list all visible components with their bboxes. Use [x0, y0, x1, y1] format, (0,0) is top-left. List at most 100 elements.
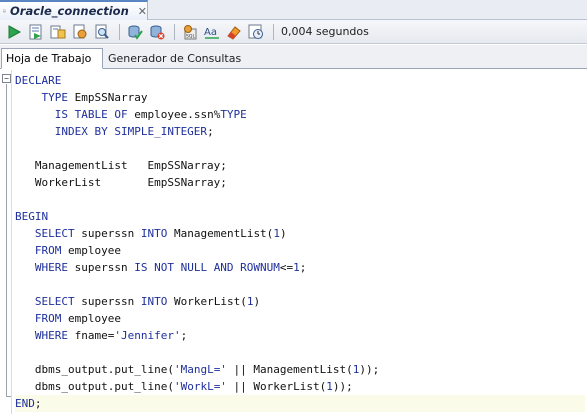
code-token: SELECT: [15, 227, 82, 240]
code-token: employee: [67, 312, 121, 325]
code-token: FROM: [15, 244, 68, 257]
fold-guide-end: [6, 396, 11, 397]
code-token: 1: [326, 380, 333, 393]
code-line[interactable]: WorkerList EmpSSNarray;: [15, 174, 585, 191]
code-token: dbms_output.put_line(: [15, 363, 174, 376]
toolbar-separator: [273, 23, 274, 40]
code-line[interactable]: [15, 140, 585, 157]
eraser-icon: [227, 25, 241, 40]
sql-gear-icon: SQL: [184, 24, 197, 39]
code-token: BEGIN: [15, 210, 49, 223]
run-icon: [8, 24, 22, 39]
code-token: EmpSSNarray: [74, 91, 148, 104]
code-line[interactable]: WHERE fname='Jennifer';: [15, 327, 585, 344]
code-line[interactable]: END;: [15, 395, 585, 412]
code-line[interactable]: DECLARE: [15, 72, 585, 89]
code-line[interactable]: FROM employee: [15, 310, 585, 327]
sql-tuning-button[interactable]: [92, 22, 112, 42]
code-line[interactable]: ManagementList EmpSSNarray;: [15, 157, 585, 174]
code-token: ): [279, 227, 287, 240]
code-line[interactable]: [15, 344, 585, 361]
magnifier-icon: [95, 24, 109, 39]
code-line[interactable]: SELECT superssn INTO WorkerList(1): [15, 293, 585, 310]
run-script-icon: [29, 24, 42, 39]
fold-guide: [6, 84, 7, 396]
code-line[interactable]: TYPE EmpSSNarray: [15, 89, 585, 106]
code-token: ));: [332, 380, 353, 393]
code-line[interactable]: [15, 276, 585, 293]
code-line[interactable]: [15, 191, 585, 208]
worksheet-subtabs: Hoja de Trabajo Generador de Consultas: [0, 45, 587, 69]
sql-file-icon: SQL: [3, 9, 6, 13]
code-token: ;: [180, 329, 188, 342]
run-script-button[interactable]: [26, 22, 46, 42]
run-statement-button[interactable]: [4, 22, 24, 42]
rollback-button[interactable]: [147, 22, 167, 42]
code-token: INTO: [140, 295, 174, 308]
code-token: superssn: [74, 261, 135, 274]
document-tab-strip: SQL Oracle_connection ✕: [0, 0, 587, 20]
code-token: IS NOT NULL AND ROWNUM: [134, 261, 280, 274]
fold-toggle-icon[interactable]: −: [2, 74, 11, 83]
sql-history-button[interactable]: SQL: [180, 22, 200, 42]
code-token: ));: [359, 363, 380, 376]
code-token: END: [15, 397, 35, 410]
clock-icon: [248, 24, 263, 39]
code-line[interactable]: SELECT superssn INTO ManagementList(1): [15, 225, 585, 242]
code-token: ;: [207, 125, 214, 138]
code-token: superssn: [81, 295, 141, 308]
code-token: ;: [34, 397, 42, 410]
toolbar-separator: [119, 23, 120, 40]
explain-plan-icon: [73, 24, 87, 38]
code-token: WHERE: [15, 329, 75, 342]
code-token: FROM: [15, 312, 68, 325]
code-token: 'MangL=': [173, 363, 227, 376]
code-token: DECLARE: [15, 74, 62, 87]
code-line[interactable]: IS TABLE OF employee.ssn%TYPE: [15, 106, 585, 123]
spell-case-button[interactable]: Aa: [202, 22, 222, 42]
code-token: employee.ssn%: [134, 108, 221, 121]
sql-editor[interactable]: − DECLARE TYPE EmpSSNarray IS TABLE OF e…: [0, 70, 587, 414]
code-line[interactable]: WHERE superssn IS NOT NULL AND ROWNUM<=1…: [15, 259, 585, 276]
commit-icon: [128, 25, 143, 40]
svg-text:Aa: Aa: [204, 27, 217, 38]
code-token: fname=: [74, 329, 115, 342]
clear-button[interactable]: [224, 22, 244, 42]
code-line[interactable]: dbms_output.put_line('MangL=' || Managem…: [15, 361, 585, 378]
code-token: 1: [293, 261, 300, 274]
code-line[interactable]: INDEX BY SIMPLE_INTEGER;: [15, 123, 585, 140]
code-token: 'Jennifer': [114, 329, 181, 342]
code-area[interactable]: DECLARE TYPE EmpSSNarray IS TABLE OF emp…: [15, 72, 585, 412]
code-line[interactable]: BEGIN: [15, 208, 585, 225]
change-case-icon: Aa: [204, 27, 219, 39]
code-token: ;: [299, 261, 307, 274]
code-token: employee: [67, 244, 121, 257]
worksheet-toolbar: SQL Aa 0,004 segundos: [0, 20, 587, 44]
document-tab-title: Oracle_connection: [10, 4, 129, 18]
document-tab-oracle-connection[interactable]: SQL Oracle_connection ✕: [0, 0, 148, 20]
code-token: 1: [273, 227, 280, 240]
code-token: ManagementList EmpSSNarray;: [15, 159, 227, 172]
code-token: || ManagementList(: [226, 363, 353, 376]
code-token: TYPE: [15, 91, 75, 104]
code-line[interactable]: dbms_output.put_line('WorkL=' || WorkerL…: [15, 378, 585, 395]
toolbar-separator: [174, 23, 175, 40]
commit-button[interactable]: [125, 22, 145, 42]
editor-gutter: −: [0, 70, 12, 414]
rollback-icon: [150, 25, 165, 39]
history-button[interactable]: [246, 22, 266, 42]
code-token: <=: [279, 261, 294, 274]
code-token: SELECT: [15, 295, 82, 308]
close-icon[interactable]: ✕: [138, 5, 147, 18]
tab-worksheet[interactable]: Hoja de Trabajo: [1, 48, 103, 69]
autotrace-button[interactable]: [48, 22, 68, 42]
code-token: dbms_output.put_line(: [15, 380, 174, 393]
code-token: TYPE: [220, 108, 247, 121]
code-token: WHERE: [15, 261, 75, 274]
autotrace-icon: [50, 25, 66, 38]
code-token: IS TABLE OF: [15, 108, 135, 121]
explain-plan-button[interactable]: [70, 22, 90, 42]
tab-query-builder[interactable]: Generador de Consultas: [104, 48, 245, 69]
elapsed-time: 0,004 segundos: [281, 25, 369, 38]
code-line[interactable]: FROM employee: [15, 242, 585, 259]
